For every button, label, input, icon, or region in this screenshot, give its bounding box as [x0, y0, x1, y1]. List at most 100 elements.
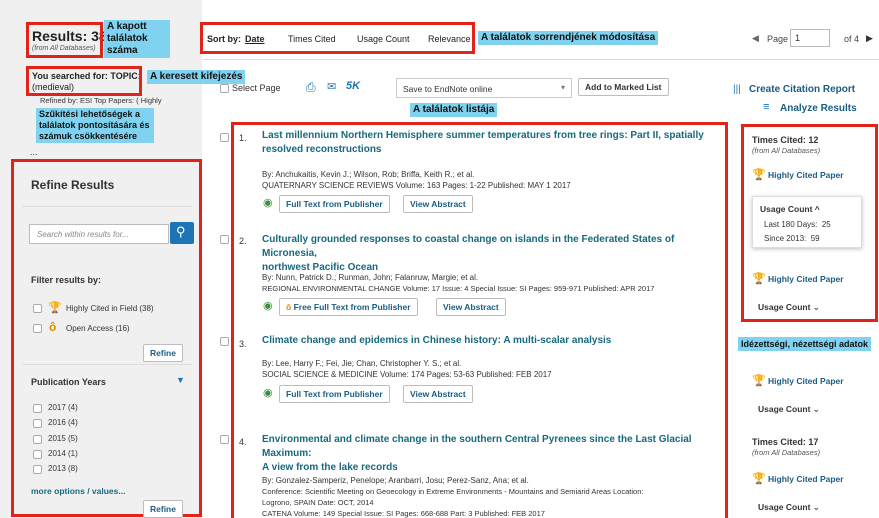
- record-authors: By: Gonzalez-Samperiz, Penelope; Aranbar…: [262, 476, 529, 485]
- search-highlight: [26, 66, 142, 96]
- open-access-icon: ô: [286, 302, 294, 312]
- record-authors: By: Anchukaitis, Kevin J.; Wilson, Rob; …: [262, 170, 475, 179]
- year-checkbox[interactable]: [33, 435, 42, 444]
- usage-count-toggle[interactable]: Usage Count ^: [760, 204, 820, 214]
- citation-report-icon: |||: [733, 84, 741, 95]
- record-number: 3.: [239, 339, 247, 349]
- email-icon[interactable]: ✉: [327, 80, 336, 93]
- annotation-sorrend: A találatok sorrendjének módosítása: [478, 31, 659, 45]
- analyze-icon: ≡: [763, 101, 770, 113]
- year-item[interactable]: 2016 (4): [48, 418, 78, 427]
- trophy-icon: 🏆: [752, 375, 766, 387]
- view-abstract-button[interactable]: View Abstract: [403, 385, 473, 403]
- record-number: 4.: [239, 437, 247, 447]
- save-to-value: Save to EndNote online: [403, 84, 493, 94]
- record-number: 1.: [239, 133, 247, 143]
- sort-option-relevance[interactable]: Relevance: [428, 34, 471, 44]
- since-2013: Since 2013: 59: [764, 234, 820, 243]
- pub-years-heading[interactable]: Publication Years: [31, 377, 106, 387]
- usage-count-toggle[interactable]: Usage Count ⌄: [758, 404, 820, 415]
- filter-checkbox[interactable]: [33, 304, 42, 313]
- full-text-button[interactable]: Full Text from Publisher: [279, 385, 390, 403]
- annotation-kapott: A kapott találatok száma: [104, 20, 170, 58]
- refine-search-input[interactable]: Search within results for...: [29, 224, 169, 244]
- highly-cited-link[interactable]: Highly Cited Paper: [768, 274, 844, 284]
- trophy-icon: 🏆: [752, 169, 766, 181]
- filter-checkbox[interactable]: [33, 324, 42, 333]
- record-number: 2.: [239, 236, 247, 246]
- view-abstract-button[interactable]: View Abstract: [436, 298, 506, 316]
- more-options-link[interactable]: more options / values...: [31, 486, 125, 496]
- year-item[interactable]: 2017 (4): [48, 403, 78, 412]
- sort-option-usage-count[interactable]: Usage Count: [357, 34, 410, 44]
- record-authors: By: Lee, Harry F.; Fei, Jie; Chan, Chris…: [262, 359, 462, 368]
- refine-search-button[interactable]: ⚲: [170, 222, 194, 244]
- filter-item-open-access[interactable]: Open Access (16): [66, 324, 130, 333]
- select-page-label[interactable]: Select Page: [232, 83, 281, 93]
- save-to-select[interactable]: Save to EndNote online ▾: [396, 78, 572, 98]
- sort-option-date[interactable]: Date: [245, 34, 265, 44]
- trophy-icon: 🏆: [752, 473, 766, 485]
- count-5k[interactable]: 5K: [346, 80, 360, 92]
- full-text-icon: ◉: [263, 300, 273, 312]
- from-all-databases: (from All Databases): [752, 146, 821, 155]
- from-all-databases: (from All Databases): [752, 448, 821, 457]
- divider: [22, 206, 192, 207]
- year-item[interactable]: 2013 (8): [48, 464, 78, 473]
- free-full-text-button[interactable]: ô Free Full Text from Publisher: [279, 298, 418, 316]
- next-page-icon[interactable]: ▶: [866, 33, 873, 44]
- record-conference: Conference: Scientific Meeting on Geoeco…: [262, 487, 644, 496]
- results-highlight: [26, 22, 103, 58]
- record-title[interactable]: Climate change and epidemics in Chinese …: [262, 334, 722, 348]
- times-cited: Times Cited: 17: [752, 437, 819, 447]
- chevron-down-icon: ⌄: [812, 404, 820, 414]
- create-citation-report-link[interactable]: Create Citation Report: [749, 84, 855, 95]
- record-source: QUATERNARY SCIENCE REVIEWS Volume: 163 P…: [262, 181, 571, 190]
- annotation-keresett: A keresett kifejezés: [147, 70, 246, 84]
- refined-by: Refined by: ESI Top Papers: ( Highly: [40, 96, 162, 105]
- refine-button-2[interactable]: Refine: [143, 500, 183, 518]
- usage-count-toggle[interactable]: Usage Count ⌄: [758, 302, 820, 313]
- trophy-icon: 🏆: [752, 273, 766, 285]
- print-icon[interactable]: ⎙: [306, 80, 316, 95]
- highly-cited-link[interactable]: Highly Cited Paper: [768, 376, 844, 386]
- trophy-icon: 🏆: [48, 302, 62, 314]
- refine-results-heading: Refine Results: [31, 178, 115, 192]
- refine-panel-highlight: [11, 159, 202, 517]
- chevron-down-icon[interactable]: ▼: [176, 375, 185, 385]
- record-title[interactable]: Last millennium Northern Hemisphere summ…: [262, 129, 722, 157]
- record-title[interactable]: Environmental and climate change in the …: [262, 433, 727, 475]
- analyze-results-link[interactable]: Analyze Results: [780, 103, 857, 114]
- record-checkbox[interactable]: [220, 337, 229, 346]
- year-item[interactable]: 2015 (5): [48, 434, 78, 443]
- divider: [22, 364, 192, 365]
- year-checkbox[interactable]: [33, 404, 42, 413]
- page-input[interactable]: 1: [790, 29, 830, 47]
- usage-count-toggle[interactable]: Usage Count ⌄: [758, 502, 820, 513]
- record-checkbox[interactable]: [220, 133, 229, 142]
- prev-page-icon[interactable]: ◀: [752, 33, 759, 44]
- refine-button[interactable]: Refine: [143, 344, 183, 362]
- refine-search-placeholder: Search within results for...: [37, 230, 129, 239]
- chevron-down-icon: ▾: [560, 83, 565, 92]
- year-checkbox[interactable]: [33, 450, 42, 459]
- view-abstract-button[interactable]: View Abstract: [403, 195, 473, 213]
- record-checkbox[interactable]: [220, 235, 229, 244]
- full-text-button[interactable]: Full Text from Publisher: [279, 195, 390, 213]
- year-checkbox[interactable]: [33, 419, 42, 428]
- annotation-idezettsegi: Idézettségi, nézettségi adatok: [738, 337, 872, 351]
- sort-option-times-cited[interactable]: Times Cited: [288, 34, 336, 44]
- full-text-icon: ◉: [263, 387, 273, 399]
- filter-item-highly-cited[interactable]: Highly Cited in Field (38): [66, 304, 154, 313]
- record-title[interactable]: Culturally grounded responses to coastal…: [262, 233, 722, 275]
- highly-cited-link[interactable]: Highly Cited Paper: [768, 170, 844, 180]
- record-source: SOCIAL SCIENCE & MEDICINE Volume: 174 Pa…: [262, 370, 552, 379]
- year-item[interactable]: 2014 (1): [48, 449, 78, 458]
- highly-cited-link[interactable]: Highly Cited Paper: [768, 474, 844, 484]
- record-conference-location: Logrono, SPAIN Date: OCT, 2014: [262, 498, 374, 507]
- year-checkbox[interactable]: [33, 465, 42, 474]
- add-to-marked-list-button[interactable]: Add to Marked List: [578, 78, 669, 96]
- record-source: REGIONAL ENVIRONMENTAL CHANGE Volume: 17…: [262, 284, 655, 293]
- record-checkbox[interactable]: [220, 435, 229, 444]
- select-page-checkbox[interactable]: [220, 84, 229, 93]
